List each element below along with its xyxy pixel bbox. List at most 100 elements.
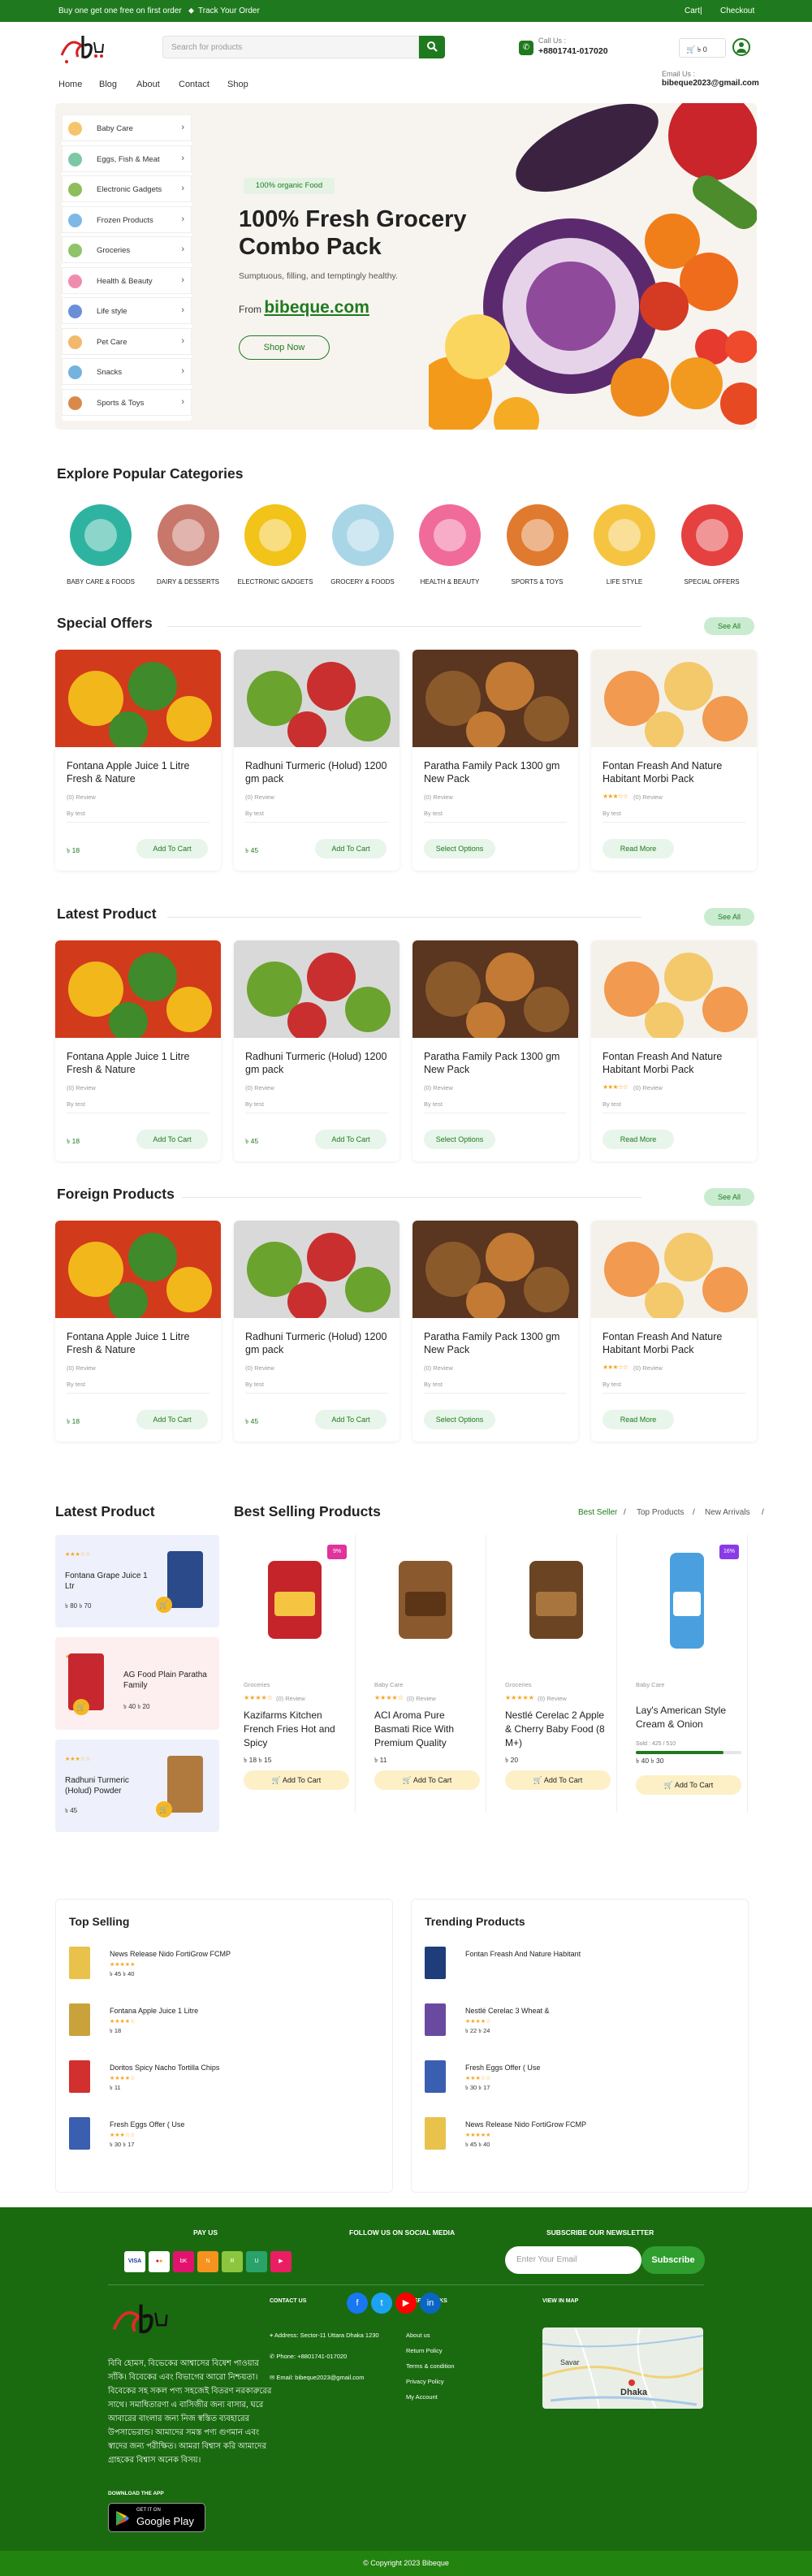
product-image[interactable] (234, 650, 400, 750)
best-selling-card[interactable]: 16% Baby Care Lay's American Style Cream &… (626, 1535, 748, 1813)
select-options-button[interactable]: Select Options (424, 839, 495, 858)
product-card[interactable]: Radhuni Turmeric (Holud) 1200 gm pack (0)… (234, 1221, 400, 1441)
trending-item[interactable]: Fontan Freash And Nature Habitant (425, 1947, 733, 1987)
product-name[interactable]: ACI Aroma Pure Basmati Rice With Premium… (374, 1709, 480, 1750)
product-thumbnail[interactable] (69, 1947, 90, 1979)
product-name[interactable]: Fresh Eggs Offer ( Use (465, 2064, 540, 2072)
product-image[interactable] (591, 650, 757, 750)
popular-category-icon[interactable] (419, 504, 481, 566)
popular-category-label[interactable]: SPECIAL OFFERS (667, 578, 757, 586)
popular-category-label[interactable]: SPORTS & TOYS (493, 578, 582, 586)
best-selling-card[interactable]: Groceries ★★★★★ (0) Review Nestlé Cerelac 2… (495, 1535, 617, 1813)
popular-category-icon[interactable] (157, 504, 219, 566)
trending-item[interactable]: Nestlé Cerelac 3 Wheat & ★★★★☆ ৳ 22 ৳ 24 (425, 2003, 733, 2044)
best-selling-card[interactable]: 9% Groceries ★★★★☆ (0) Review Kazifarms Kitc… (234, 1535, 356, 1813)
product-thumbnail[interactable] (69, 2060, 90, 2093)
product-name[interactable]: Nestlé Cerelac 3 Wheat & (465, 2007, 550, 2015)
tab-top-products[interactable]: Top Products (637, 1508, 684, 1517)
latest-product-item[interactable]: ★★★☆☆ Fontana Grape Juice 1 Ltr ৳ 80 ৳ 70 🛒 (55, 1535, 219, 1627)
popular-category-label[interactable]: BABY CARE & FOODS (56, 578, 145, 586)
select-options-button[interactable]: Select Options (424, 1130, 495, 1149)
add-to-cart-button[interactable]: Add To Cart (315, 1130, 387, 1149)
product-image[interactable] (234, 940, 400, 1041)
add-to-cart-button[interactable]: 🛒 Add To Cart (374, 1770, 480, 1790)
facebook-icon[interactable]: f (347, 2293, 368, 2314)
product-card[interactable]: Paratha Family Pack 1300 gm New Pack (0) … (412, 940, 578, 1161)
product-name[interactable]: Fontan Freash And Nature Habitant Morbi … (603, 1050, 747, 1076)
product-name[interactable]: Fontana Apple Juice 1 Litre Fresh & Natu… (67, 1050, 211, 1076)
nav-blog[interactable]: Blog (99, 80, 117, 89)
search-button[interactable] (419, 36, 445, 58)
popular-category-label[interactable]: GROCERY & FOODS (318, 578, 408, 586)
sidebar-item[interactable]: Baby Care › (62, 115, 192, 141)
product-image[interactable] (55, 940, 221, 1041)
product-name[interactable]: Fresh Eggs Offer ( Use (110, 2120, 184, 2129)
product-name[interactable]: Fontana Apple Juice 1 Litre Fresh & Natu… (67, 759, 211, 785)
bibeque-logo[interactable] (58, 31, 104, 67)
nav-contact[interactable]: Contact (179, 80, 209, 89)
product-thumbnail[interactable] (425, 2003, 446, 2036)
sidebar-item[interactable]: Electronic Gadgets › (62, 175, 192, 202)
product-card[interactable]: Fontana Apple Juice 1 Litre Fresh & Natu… (55, 1221, 221, 1441)
cart-link[interactable]: Cart (685, 6, 700, 15)
see-all-button[interactable]: See All (704, 908, 754, 926)
user-icon[interactable] (732, 38, 750, 56)
sidebar-item[interactable]: Snacks › (62, 358, 192, 385)
add-to-cart-button[interactable]: Add To Cart (136, 1130, 208, 1149)
product-card[interactable]: Radhuni Turmeric (Holud) 1200 gm pack (0)… (234, 940, 400, 1161)
product-card[interactable]: Fontana Apple Juice 1 Litre Fresh & Natu… (55, 650, 221, 871)
add-to-cart-button[interactable]: Add To Cart (315, 1410, 387, 1429)
add-to-cart-button[interactable]: Add To Cart (136, 839, 208, 858)
cart-icon[interactable]: 🛒 (156, 1597, 172, 1613)
product-image[interactable] (234, 1221, 400, 1321)
email-address[interactable]: bibeque2023@gmail.com (662, 79, 759, 88)
product-thumbnail[interactable] (69, 2003, 90, 2036)
add-to-cart-button[interactable]: 🛒 Add To Cart (244, 1770, 349, 1790)
track-order-link[interactable]: Track Your Order (198, 6, 260, 15)
link-return-policy[interactable]: Return Policy (406, 2347, 443, 2354)
product-name[interactable]: Fontana Apple Juice 1 Litre (110, 2007, 198, 2015)
top-selling-item[interactable]: News Release Nido FortiGrow FCMP ★★★★★ ৳ 4… (69, 1947, 378, 1987)
read-more-button[interactable]: Read More (603, 839, 674, 858)
product-image[interactable] (376, 1543, 475, 1657)
product-name[interactable]: Fontan Freash And Nature Habitant Morbi … (603, 1330, 747, 1356)
youtube-icon[interactable]: ▶ (395, 2293, 417, 2314)
footer-logo[interactable] (108, 2298, 170, 2344)
google-play-button[interactable]: GET IT ON Google Play (108, 2503, 205, 2532)
product-name[interactable]: Doritos Spicy Nacho Tortilla Chips (110, 2064, 219, 2072)
product-image[interactable] (55, 650, 221, 750)
add-to-cart-button[interactable]: 🛒 Add To Cart (636, 1775, 741, 1795)
read-more-button[interactable]: Read More (603, 1410, 674, 1429)
footer-email[interactable]: ✉ Email: bibeque2023@gmail.com (270, 2374, 364, 2381)
product-image[interactable] (637, 1543, 736, 1657)
cart-icon[interactable]: 🛒 (156, 1801, 172, 1817)
product-name[interactable]: News Release Nido FortiGrow FCMP (465, 2120, 586, 2129)
product-name[interactable]: Fontan Freash And Nature Habitant (465, 1950, 581, 1958)
popular-category-icon[interactable] (594, 504, 655, 566)
product-name[interactable]: Nestlé Cerelac 2 Apple & Cherry Baby Foo… (505, 1709, 611, 1750)
product-image[interactable] (412, 940, 578, 1041)
product-name[interactable]: Kazifarms Kitchen French Fries Hot and S… (244, 1709, 349, 1750)
see-all-button[interactable]: See All (704, 617, 754, 635)
popular-category-label[interactable]: ELECTRONIC GADGETS (231, 578, 320, 586)
link-about[interactable]: About us (406, 2332, 430, 2339)
trending-item[interactable]: Fresh Eggs Offer ( Use ★★★☆☆ ৳ 30 ৳ 17 (425, 2060, 733, 2101)
product-name[interactable]: Paratha Family Pack 1300 gm New Pack (424, 759, 568, 785)
location-map[interactable]: Savar Dhaka (542, 2327, 703, 2409)
latest-product-item[interactable]: ★★★★★AG Food Plain Paratha Family৳ 40 ৳ … (55, 1637, 219, 1730)
nav-home[interactable]: Home (58, 80, 82, 89)
product-name[interactable]: Fontan Freash And Nature Habitant Morbi … (603, 759, 747, 785)
product-card[interactable]: Fontan Freash And Nature Habitant Morbi … (591, 940, 757, 1161)
product-name[interactable]: Radhuni Turmeric (Holud) 1200 gm pack (245, 1330, 390, 1356)
sidebar-item[interactable]: Health & Beauty › (62, 266, 192, 294)
popular-category-icon[interactable] (506, 504, 568, 566)
popular-category-label[interactable]: LIFE STYLE (580, 578, 669, 586)
sidebar-item[interactable]: Pet Care › (62, 327, 192, 355)
product-name[interactable]: Lay's American Style Cream & Onion (636, 1704, 741, 1731)
sidebar-item[interactable]: Sports & Toys › (62, 388, 192, 416)
link-privacy[interactable]: Privacy Policy (406, 2378, 444, 2385)
latest-product-name[interactable]: AG Food Plain Paratha Family (123, 1670, 213, 1691)
link-terms[interactable]: Terms & condition (406, 2362, 455, 2370)
cart-icon[interactable]: 🛒 (73, 1699, 89, 1715)
product-image[interactable] (412, 1221, 578, 1321)
